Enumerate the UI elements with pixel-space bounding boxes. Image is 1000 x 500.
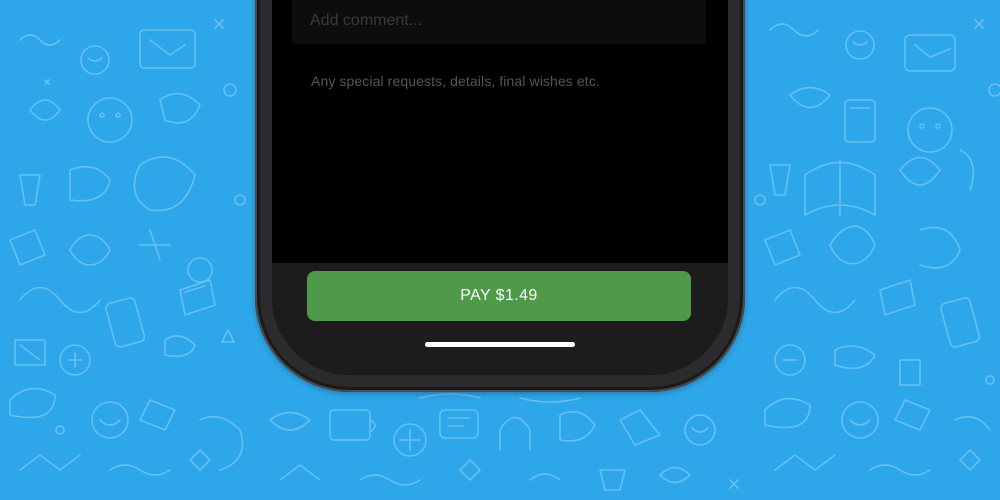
phone-frame: Any special requests, details, final wis…: [255, 0, 745, 392]
home-indicator[interactable]: [425, 342, 575, 347]
comment-input[interactable]: [292, 0, 706, 44]
comment-hint-text: Any special requests, details, final wis…: [311, 73, 600, 89]
phone-screen: Any special requests, details, final wis…: [272, 0, 728, 375]
pay-button[interactable]: PAY $1.49: [307, 271, 691, 321]
